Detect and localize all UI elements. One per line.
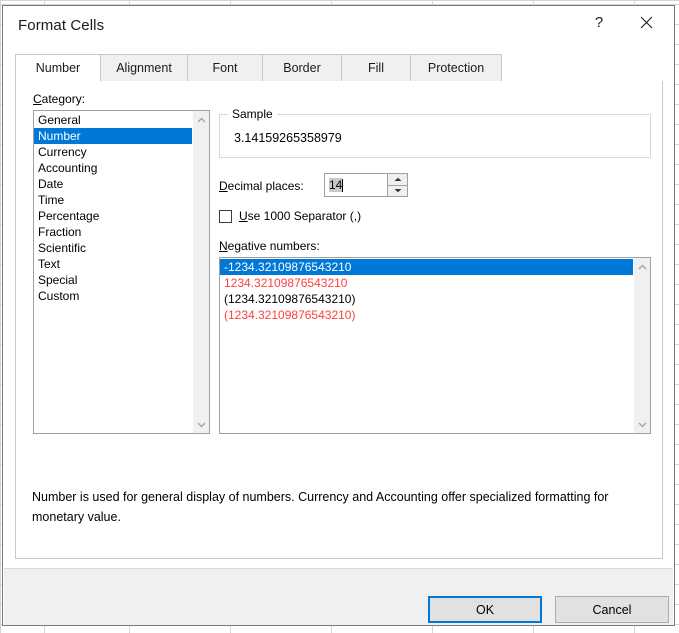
tab-border[interactable]: Border [262,54,342,82]
dialog-footer: OK Cancel [4,568,673,625]
dialog-title: Format Cells [18,17,104,34]
ok-button[interactable]: OK [428,596,542,623]
category-listbox[interactable]: GeneralNumberCurrencyAccountingDateTimeP… [33,110,210,434]
scroll-down-button[interactable] [634,416,650,433]
category-item[interactable]: Text [34,256,192,272]
triangle-up-icon [394,177,402,182]
category-description: Number is used for general display of nu… [32,487,657,527]
decimal-places-spinner[interactable]: 14 [324,173,408,197]
negative-number-item[interactable]: (1234.32109876543210) [220,307,633,323]
category-item[interactable]: Special [34,272,192,288]
close-button[interactable] [624,6,668,38]
category-item[interactable]: Currency [34,144,192,160]
chevron-up-icon [638,264,647,270]
category-item[interactable]: Percentage [34,208,192,224]
use-1000-separator-checkbox[interactable]: Use 1000 Separator (,) [219,209,361,223]
decimal-places-label: Decimal places: [219,179,304,193]
negative-numbers-listbox[interactable]: -1234.321098765432101234.32109876543210(… [219,257,651,434]
checkbox-box [219,210,232,223]
sample-value: 3.14159265358979 [234,131,342,145]
negative-number-item[interactable]: 1234.32109876543210 [220,275,633,291]
question-mark-icon: ? [595,15,603,30]
negative-numbers-label: Negative numbers: [219,239,320,253]
category-item[interactable]: Number [34,128,192,144]
category-item[interactable]: Fraction [34,224,192,240]
triangle-down-icon [394,188,402,193]
chevron-down-icon [638,422,647,428]
help-button[interactable]: ? [577,6,621,38]
grid-column-line [0,0,1,633]
decimal-places-value-display[interactable]: 14 [325,174,387,196]
negative-numbers-item-container: -1234.321098765432101234.32109876543210(… [220,258,633,433]
category-item[interactable]: Date [34,176,192,192]
cancel-button[interactable]: Cancel [555,596,669,623]
category-item[interactable]: Accounting [34,160,192,176]
scroll-up-button[interactable] [193,111,209,128]
tab-protection[interactable]: Protection [410,54,502,82]
negative-numbers-label-rest: egative numbers: [228,239,320,253]
scroll-down-button[interactable] [193,416,209,433]
category-label: Category: [33,92,85,106]
tab-number[interactable]: Number [15,54,101,82]
category-scrollbar[interactable] [192,111,209,433]
grid-row-line [0,0,679,1]
decimal-places-label-rest: ecimal places: [228,179,304,193]
category-item[interactable]: Time [34,192,192,208]
category-item[interactable]: General [34,112,192,128]
category-item[interactable]: Custom [34,288,192,304]
sample-groupbox: Sample 3.14159265358979 [219,114,651,158]
tab-alignment[interactable]: Alignment [100,54,188,82]
category-item-container: GeneralNumberCurrencyAccountingDateTimeP… [34,111,192,433]
scroll-up-button[interactable] [634,258,650,275]
spinner-buttons [387,174,407,196]
spinner-increment-button[interactable] [388,174,407,186]
use-1000-separator-label: Use 1000 Separator (,) [239,209,361,223]
negative-number-item[interactable]: -1234.32109876543210 [220,259,633,275]
negative-numbers-scrollbar[interactable] [633,258,650,433]
tab-font[interactable]: Font [187,54,263,82]
spinner-decrement-button[interactable] [388,186,407,197]
chevron-up-icon [197,117,206,123]
tab-strip: NumberAlignmentFontBorderFillProtection [15,54,663,82]
category-item[interactable]: Scientific [34,240,192,256]
category-label-rest: ategory: [42,92,85,106]
decimal-places-value: 14 [329,178,342,192]
sample-groupbox-title: Sample [228,107,277,121]
tab-fill[interactable]: Fill [341,54,411,82]
close-icon [640,16,653,29]
negative-number-item[interactable]: (1234.32109876543210) [220,291,633,307]
text-caret [342,179,343,192]
chevron-down-icon [197,422,206,428]
format-cells-dialog: Format Cells ? NumberAlignmentFontBorder… [2,5,675,626]
dialog-titlebar: Format Cells ? [3,6,674,46]
